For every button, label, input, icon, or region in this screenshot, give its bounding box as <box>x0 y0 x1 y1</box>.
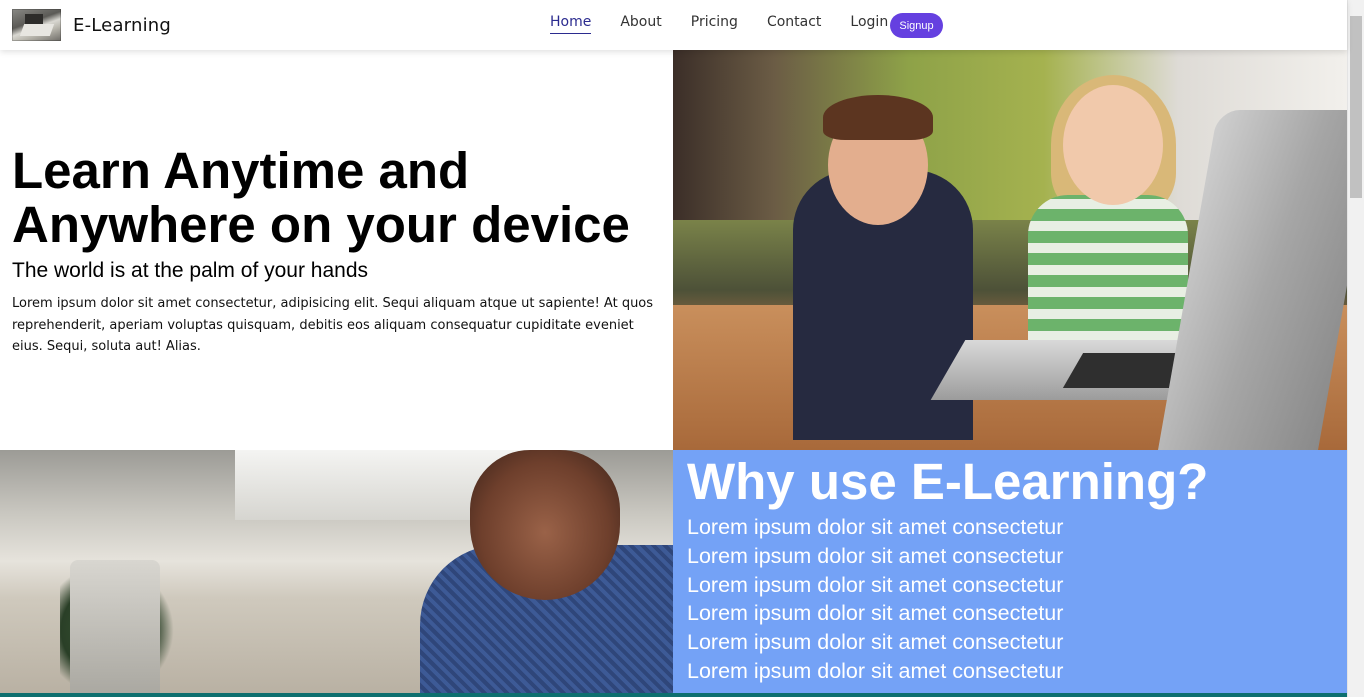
signup-button[interactable]: Signup <box>890 13 943 38</box>
brand-name[interactable]: E-Learning <box>73 15 171 36</box>
nav-link-login[interactable]: Login <box>850 14 888 34</box>
why-list-item: Lorem ipsum dolor sit amet consectetur <box>687 630 1064 655</box>
logo-image[interactable] <box>12 9 61 41</box>
why-list-item: Lorem ipsum dolor sit amet consectetur <box>687 658 1064 683</box>
nav-link-contact[interactable]: Contact <box>767 14 821 34</box>
nav-link-about[interactable]: About <box>620 14 661 34</box>
navbar: E-Learning Home About Pricing Contact Lo… <box>0 0 1347 50</box>
hero-subtitle: The world is at the palm of your hands <box>12 259 369 282</box>
nav-links: Home About Pricing Contact Login <box>550 14 917 34</box>
hero-section: Learn Anytime and Anywhere on your devic… <box>0 50 673 450</box>
hero-title: Learn Anytime and Anywhere on your devic… <box>12 142 630 253</box>
nav-link-pricing[interactable]: Pricing <box>691 14 738 34</box>
why-title: Why use E-Learning? <box>687 453 1209 510</box>
why-list-item: Lorem ipsum dolor sit amet consectetur <box>687 543 1064 568</box>
why-list-item: Lorem ipsum dolor sit amet consectetur <box>687 601 1064 626</box>
why-section: Why use E-Learning? Lorem ipsum dolor si… <box>673 450 1347 697</box>
hero-image-children-laptop <box>673 50 1347 450</box>
why-list: Lorem ipsum dolor sit amet consectetur L… <box>687 513 1063 686</box>
hero-description: Lorem ipsum dolor sit amet consectetur, … <box>12 296 654 354</box>
nav-link-home[interactable]: Home <box>550 14 592 34</box>
vertical-scrollbar[interactable] <box>1347 0 1364 697</box>
scrollbar-thumb[interactable] <box>1350 16 1362 198</box>
man-studying-image <box>0 450 673 697</box>
why-list-item: Lorem ipsum dolor sit amet consectetur <box>687 572 1064 597</box>
why-list-item: Lorem ipsum dolor sit amet consectetur <box>687 515 1064 539</box>
page: E-Learning Home About Pricing Contact Lo… <box>0 0 1364 697</box>
bottom-strip <box>0 693 1347 697</box>
